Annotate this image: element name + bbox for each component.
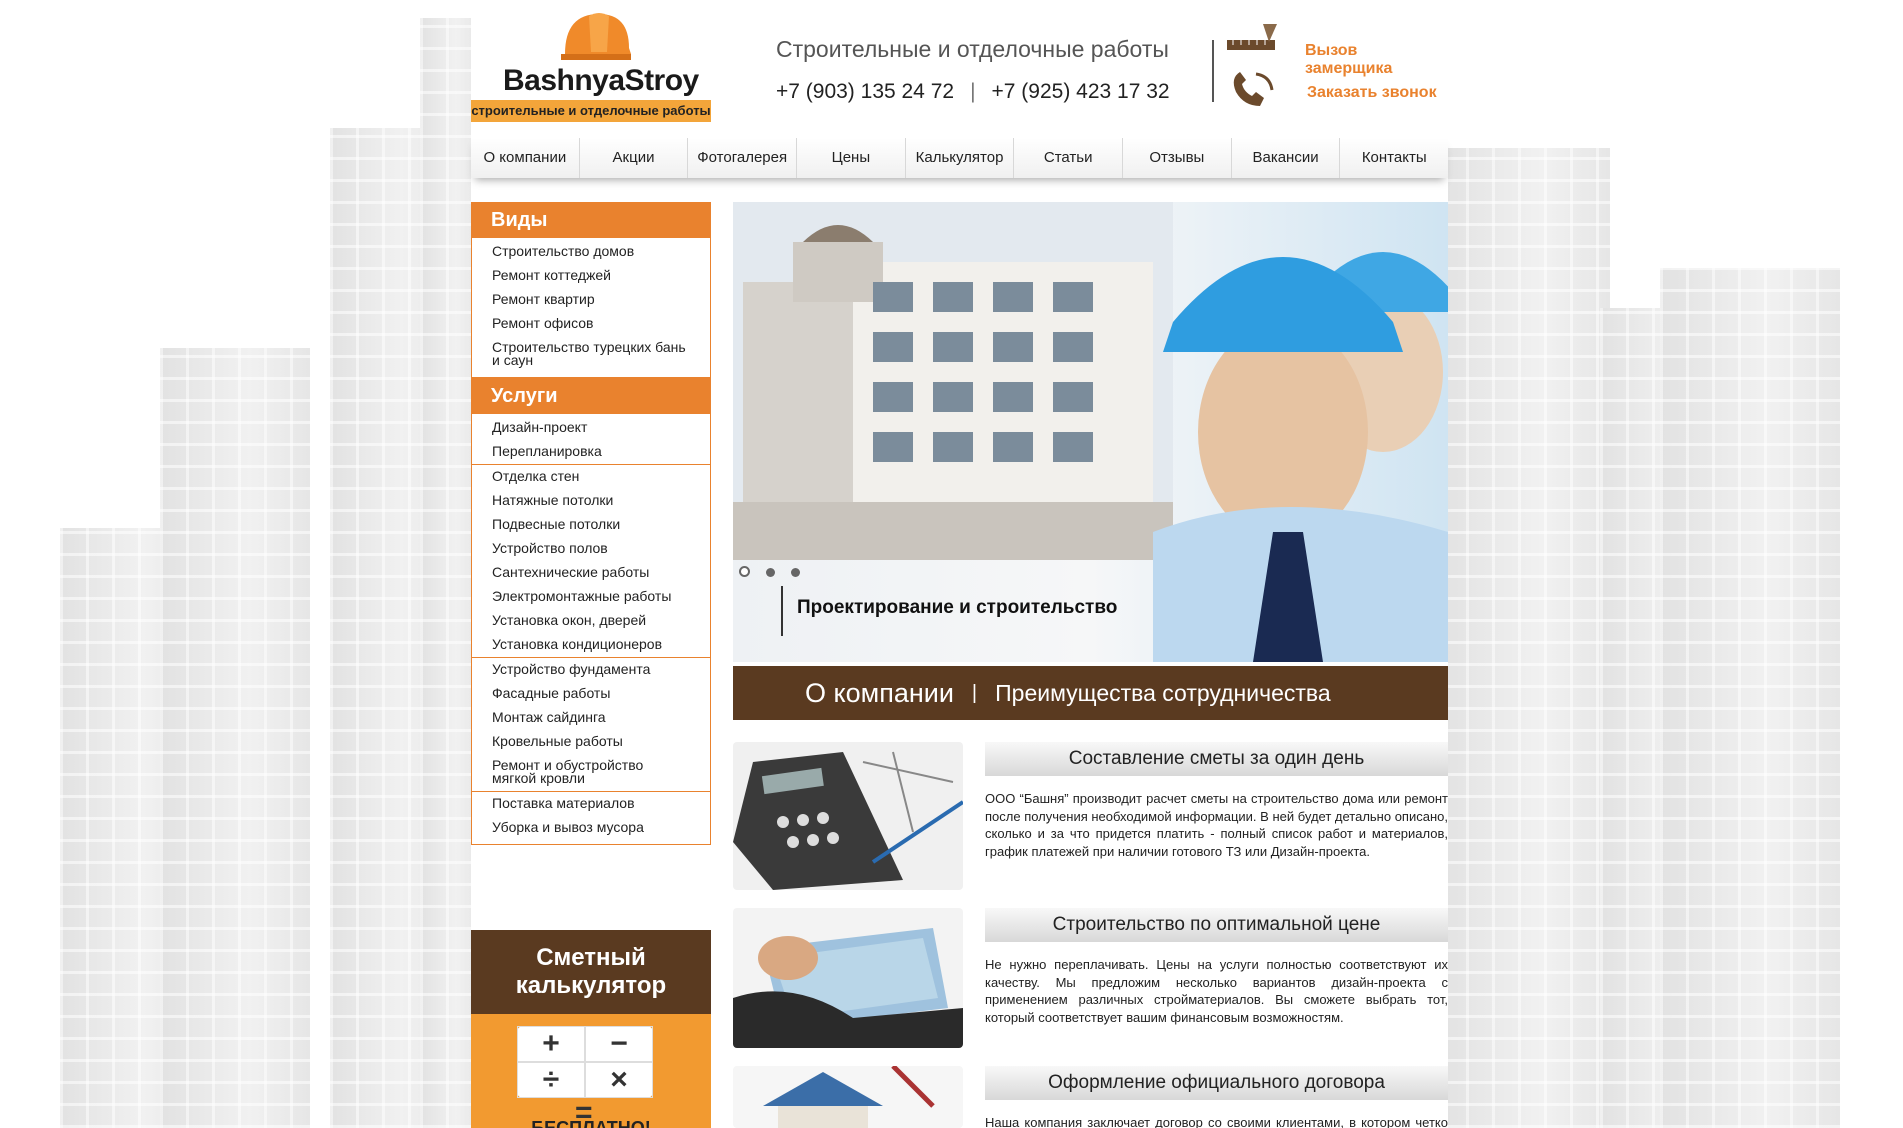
activities-list: Строительство домов Ремонт коттеджей Рем… — [471, 238, 711, 378]
logo-tagline: строительные и отделочные работы — [471, 100, 711, 122]
slider-dot[interactable] — [739, 566, 750, 577]
divide-icon: ÷ — [517, 1062, 585, 1098]
hero-slider[interactable]: Проектирование и строительство — [733, 202, 1448, 662]
money-wallet-image — [733, 908, 963, 1048]
sidebar: Виды деятельности Строительство домов Ре… — [471, 202, 711, 845]
feature-text: Не нужно переплачивать. Цены на услуги п… — [985, 957, 1448, 1025]
minus-icon: − — [585, 1026, 653, 1062]
sidebar-item[interactable]: Строительство турецких бань и саун — [472, 336, 710, 373]
feature-title: Строительство по оптимальной цене — [985, 908, 1448, 942]
sidebar-item[interactable]: Строительство домов — [472, 240, 710, 264]
sidebar-item[interactable]: Установка окон, дверей — [472, 609, 710, 633]
order-call-link[interactable]: Заказать звонок — [1307, 84, 1437, 102]
phone-number-1[interactable]: +7 (903) 135 24 72 — [776, 80, 954, 103]
main-nav: О компании Акции Фотогалерея Цены Кальку… — [471, 138, 1449, 178]
sidebar-item[interactable]: Отделка стен — [472, 464, 710, 489]
background-building — [160, 348, 310, 1128]
sidebar-item[interactable]: Поставка материалов — [472, 791, 710, 816]
calculator-title: Сметный калькулятор — [471, 930, 711, 1014]
estimate-calculator-banner[interactable]: Сметный калькулятор + − ÷ × = БЕСПЛАТНО! — [471, 930, 711, 1128]
tab-advantages[interactable]: Преимущества сотрудничества — [995, 680, 1331, 707]
call-measurer-link[interactable]: Вызов замерщика — [1305, 42, 1448, 78]
phone-icon — [1233, 72, 1274, 106]
sidebar-item[interactable]: Ремонт квартир — [472, 288, 710, 312]
logo-brand: BashnyaStroy — [503, 64, 699, 97]
sidebar-item[interactable]: Подвесные потолки — [472, 513, 710, 537]
feature-text: Наша компания заключает договор со своим… — [985, 1115, 1448, 1128]
sidebar-item[interactable]: Уборка и вывоз мусора — [472, 816, 710, 840]
sidebar-item[interactable]: Перепланировка — [472, 440, 710, 464]
sidebar-item[interactable]: Устройство фундамента — [472, 657, 710, 682]
plus-icon: + — [517, 1026, 585, 1062]
sidebar-item[interactable]: Фасадные работы — [472, 682, 710, 706]
activities-heading: Виды деятельности — [471, 202, 711, 255]
nav-item-about[interactable]: О компании — [471, 138, 579, 178]
sidebar-item[interactable]: Ремонт офисов — [472, 312, 710, 336]
building-image — [733, 202, 1173, 560]
tab-separator: | — [971, 681, 978, 704]
tape-measure-icon — [1227, 24, 1277, 50]
page-container: BashnyaStroy строительные и отделочные р… — [471, 0, 1449, 1128]
sidebar-item[interactable]: Устройство полов — [472, 537, 710, 561]
feature-title: Составление сметы за один день — [985, 742, 1448, 776]
header-phones: +7 (903) 135 24 72 | +7 (925) 423 17 32 — [776, 80, 1170, 104]
sidebar-item[interactable]: Ремонт и обустройство мягкой кровли — [472, 754, 710, 791]
nav-item-promotions[interactable]: Акции — [578, 138, 688, 178]
header-divider — [1212, 40, 1214, 102]
feature-block: Составление сметы за один день ООО “Башн… — [733, 742, 1448, 892]
sidebar-item[interactable]: Сантехнические работы — [472, 561, 710, 585]
nav-item-vacancies[interactable]: Вакансии — [1230, 138, 1340, 178]
phone-number-2[interactable]: +7 (925) 423 17 32 — [992, 80, 1170, 103]
tab-about[interactable]: О компании — [805, 678, 954, 709]
helmet-icon — [561, 13, 631, 60]
feature-block: Строительство по оптимальной цене Не нуж… — [733, 908, 1448, 1048]
background-building — [1660, 268, 1840, 1128]
workers-image — [1153, 252, 1448, 662]
sidebar-item[interactable]: Дизайн-проект — [472, 416, 710, 440]
nav-item-calculator[interactable]: Калькулятор — [904, 138, 1014, 178]
calculator-image — [733, 742, 963, 890]
sidebar-item[interactable]: Монтаж сайдинга — [472, 706, 710, 730]
content-tabs: О компании | Преимущества сотрудничества — [733, 666, 1448, 720]
sidebar-item[interactable]: Установка кондиционеров — [472, 633, 710, 657]
feature-title: Оформление официального договора — [985, 1066, 1448, 1100]
sidebar-item[interactable]: Электромонтажные работы — [472, 585, 710, 609]
nav-item-reviews[interactable]: Отзывы — [1122, 138, 1231, 178]
calculator-title-line1: Сметный — [536, 944, 646, 971]
sidebar-item[interactable]: Натяжные потолки — [472, 489, 710, 513]
slider-dots — [739, 564, 816, 582]
calculator-keypad: + − ÷ × — [517, 1026, 653, 1098]
nav-item-gallery[interactable]: Фотогалерея — [687, 138, 797, 178]
slider-dot[interactable] — [766, 568, 775, 577]
sidebar-item[interactable]: Ремонт коттеджей — [472, 264, 710, 288]
slider-caption: Проектирование и строительство — [781, 586, 1117, 636]
background-building — [1440, 148, 1610, 1128]
feature-block: Оформление официального договора Наша ко… — [733, 1066, 1448, 1128]
phone-separator: | — [970, 80, 976, 103]
multiply-icon: × — [585, 1062, 653, 1098]
slider-dot[interactable] — [791, 568, 800, 577]
nav-item-prices[interactable]: Цены — [796, 138, 905, 178]
house-contract-image — [733, 1066, 963, 1128]
services-heading: Услуги — [471, 378, 711, 414]
sidebar-item[interactable]: Кровельные работы — [472, 730, 710, 754]
calculator-title-line2: калькулятор — [515, 972, 667, 999]
services-list: Дизайн-проект Перепланировка Отделка стен Н… — [471, 414, 711, 845]
calculator-free-label: БЕСПЛАТНО! — [531, 1118, 651, 1128]
nav-item-articles[interactable]: Статьи — [1013, 138, 1123, 178]
nav-item-contacts[interactable]: Контакты — [1339, 138, 1449, 178]
feature-text: ООО “Башня” производит расчет сметы на с… — [985, 791, 1448, 859]
header-slogan: Строительные и отделочные работы — [776, 36, 1169, 62]
site-logo[interactable]: BashnyaStroy строительные и отделочные р… — [471, 8, 711, 122]
